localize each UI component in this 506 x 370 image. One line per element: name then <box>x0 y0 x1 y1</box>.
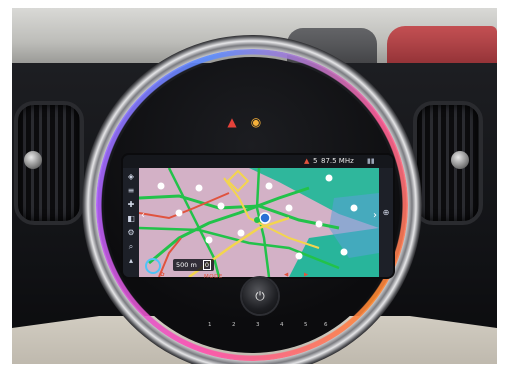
mode-button[interactable]: MODE <box>204 274 223 280</box>
photo-frame: ▲ ◉ ▲ 5 87.5 MHz ▮▮ ◈ ≡ ✚ ◧ ⚙ ⌕ ▴ ‹ › 50… <box>12 8 497 364</box>
signal-icon: ▮▮ <box>367 157 375 165</box>
power-icon: ⏻ <box>255 289 265 303</box>
background-red-car <box>387 26 497 68</box>
radio-station: 87.5 MHz <box>321 157 354 165</box>
map-scale: 500 m 0 <box>173 259 215 271</box>
left-air-vent[interactable] <box>14 101 84 225</box>
poi-marker[interactable] <box>237 229 245 237</box>
preset-button-5[interactable]: 5 <box>304 322 308 328</box>
current-location-icon <box>259 212 271 224</box>
vent-knob-icon[interactable] <box>451 151 469 169</box>
layers-icon[interactable]: ◧ <box>126 214 136 224</box>
compass-icon[interactable]: ◈ <box>126 172 136 182</box>
poi-marker[interactable] <box>195 184 203 192</box>
poi-marker[interactable] <box>315 220 323 228</box>
zoom-icon[interactable]: ⊕ <box>381 208 391 218</box>
poi-icon[interactable]: ✚ <box>126 200 136 210</box>
poi-marker[interactable] <box>205 236 213 244</box>
poi-marker[interactable] <box>157 182 165 190</box>
poi-marker[interactable] <box>350 204 358 212</box>
preset-button-2[interactable]: 2 <box>232 322 236 328</box>
settings-icon[interactable]: ⚙ <box>126 228 136 238</box>
poi-marker[interactable] <box>265 182 273 190</box>
preset-number: 5 <box>313 157 318 165</box>
map-rightbar: ⊕ <box>379 168 393 277</box>
poi-marker[interactable] <box>217 202 225 210</box>
map-sidebar: ◈ ≡ ✚ ◧ ⚙ ⌕ ▴ <box>123 168 139 277</box>
poi-marker[interactable] <box>340 248 348 256</box>
poi-marker[interactable] <box>285 204 293 212</box>
next-track-icon[interactable]: ▶ <box>304 272 309 278</box>
poi-marker[interactable] <box>295 252 303 260</box>
poi-marker[interactable] <box>175 209 183 217</box>
map-scale-badge: 0 <box>202 260 212 270</box>
fan-icon[interactable]: ✿ <box>160 272 165 278</box>
triangle-warning-icon: ▲ <box>227 115 237 129</box>
infotainment-screen[interactable]: ▲ 5 87.5 MHz ▮▮ ◈ ≡ ✚ ◧ ⚙ ⌕ ▴ ‹ › 500 m … <box>123 155 393 277</box>
north-up-icon[interactable]: ▴ <box>126 256 136 266</box>
map-right-arrow[interactable]: › <box>373 210 377 221</box>
vehicle-marker-icon <box>254 217 260 223</box>
map-scale-label: 500 m <box>176 261 197 269</box>
preset-button-1[interactable]: 1 <box>208 322 212 328</box>
preset-button-6[interactable]: 6 <box>324 322 328 328</box>
map-left-arrow[interactable]: ‹ <box>141 210 145 221</box>
preset-button-4[interactable]: 4 <box>280 322 284 328</box>
vent-knob-icon[interactable] <box>24 151 42 169</box>
prev-track-icon[interactable]: ◀ <box>284 272 289 278</box>
volume-knob[interactable]: ⏻ <box>242 278 278 314</box>
status-bar: ▲ 5 87.5 MHz ▮▮ <box>123 155 393 168</box>
route-icon[interactable]: ≡ <box>126 186 136 196</box>
alert-triangle-icon: ▲ <box>304 157 310 165</box>
navigation-map[interactable]: ‹ › 500 m 0 <box>139 168 379 277</box>
seatbelt-warning-icon: ◉ <box>250 115 262 129</box>
right-air-vent[interactable] <box>413 101 483 225</box>
search-icon[interactable]: ⌕ <box>126 242 136 252</box>
preset-button-3[interactable]: 3 <box>256 322 260 328</box>
poi-marker[interactable] <box>325 174 333 182</box>
